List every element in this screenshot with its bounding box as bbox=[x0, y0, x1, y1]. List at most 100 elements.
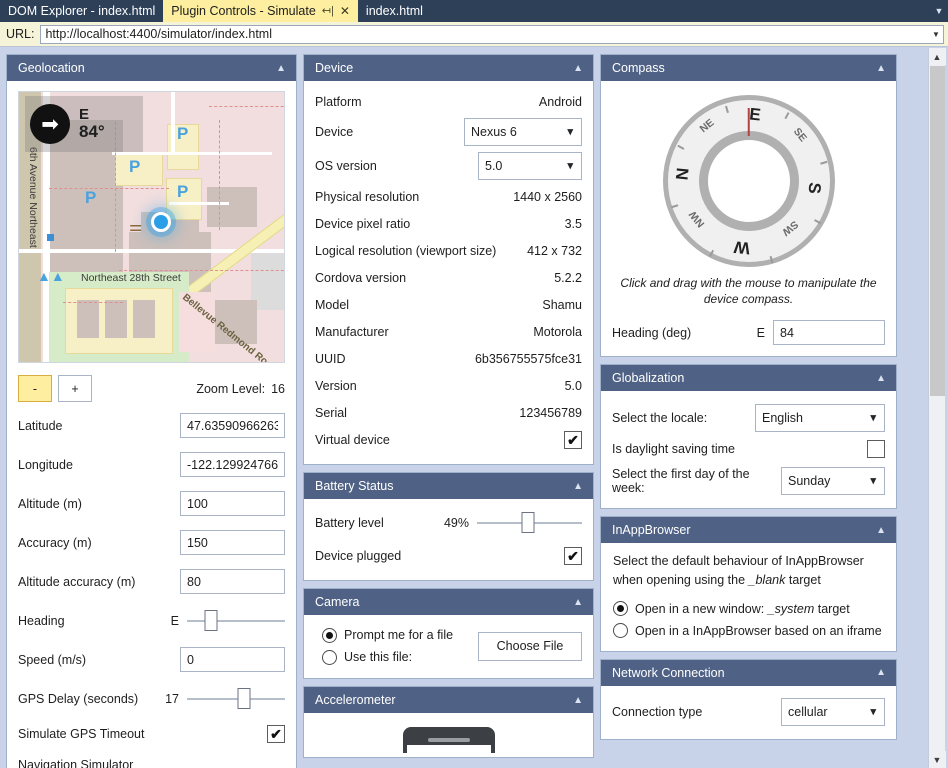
connection-type-select-wrapper[interactable]: cellular ▾ bbox=[781, 698, 885, 726]
chevron-up-icon[interactable]: ▲ bbox=[929, 48, 946, 65]
column-left: Geolocation ▲ bbox=[6, 54, 297, 768]
url-input[interactable] bbox=[41, 27, 929, 41]
device-panel-header[interactable]: Device ▲ bbox=[304, 55, 593, 81]
heading-slider[interactable] bbox=[187, 610, 285, 632]
altitude-accuracy-input[interactable] bbox=[180, 569, 285, 594]
field-label: Altitude (m) bbox=[18, 497, 180, 511]
camera-option-prompt[interactable]: Prompt me for a file bbox=[322, 624, 478, 646]
map-building bbox=[207, 187, 257, 227]
zoom-out-button[interactable]: - bbox=[18, 375, 52, 402]
scrollbar-thumb[interactable] bbox=[930, 66, 945, 396]
slider-thumb[interactable] bbox=[522, 512, 535, 533]
chevron-down-icon[interactable]: ▼ bbox=[929, 751, 946, 768]
locale-select-wrapper[interactable]: English ▾ bbox=[755, 404, 885, 432]
device-row-physical-resolution: Physical resolution 1440 x 2560 bbox=[315, 183, 582, 210]
network-panel-header[interactable]: Network Connection ▲ bbox=[601, 660, 896, 686]
compass-label-text: SE bbox=[787, 122, 813, 150]
locale-select[interactable]: English bbox=[755, 404, 885, 432]
panel-title: Battery Status bbox=[315, 479, 394, 493]
chevron-down-icon[interactable]: ▼ bbox=[929, 30, 943, 39]
radio-open-iframe[interactable] bbox=[613, 623, 628, 638]
first-day-select[interactable]: Sunday bbox=[781, 467, 885, 495]
accuracy-input[interactable] bbox=[180, 530, 285, 555]
url-input-wrapper[interactable]: ▼ bbox=[40, 25, 944, 44]
first-day-select-wrapper[interactable]: Sunday ▾ bbox=[781, 467, 885, 495]
compass-heading-row: Heading (deg) E bbox=[612, 319, 885, 346]
field-navigation-simulator: Navigation Simulator bbox=[18, 751, 285, 768]
zoom-in-button[interactable]: + bbox=[58, 375, 92, 402]
camera-option-use-file[interactable]: Use this file: bbox=[322, 646, 478, 668]
device-row-logical-resolution: Logical resolution (viewport size) 412 x… bbox=[315, 237, 582, 264]
phone-outline-icon[interactable] bbox=[403, 727, 495, 753]
compass-tick bbox=[710, 250, 715, 257]
radio-label: Prompt me for a file bbox=[344, 628, 453, 642]
compass-label-text: NE bbox=[693, 113, 721, 139]
camera-panel-header[interactable]: Camera ▲ bbox=[304, 589, 593, 615]
tab-index-html[interactable]: index.html bbox=[358, 0, 431, 22]
slider-thumb[interactable] bbox=[237, 688, 250, 709]
latitude-input[interactable] bbox=[180, 413, 285, 438]
url-bar: URL: ▼ bbox=[0, 22, 948, 47]
compass-label-text: N bbox=[672, 160, 695, 188]
compass-dial[interactable]: NNEESESSWWNW bbox=[663, 95, 835, 267]
radio-open-new-window[interactable] bbox=[613, 601, 628, 616]
inappbrowser-panel-header[interactable]: InAppBrowser ▲ bbox=[601, 517, 896, 543]
chevron-up-icon[interactable]: ▲ bbox=[876, 373, 886, 384]
device-select-wrapper[interactable]: Nexus 6 ▾ bbox=[464, 118, 582, 146]
geolocation-map[interactable]: P P P P ⚌ ▲▲ 6th Avenue Northeast Northe… bbox=[18, 91, 285, 363]
compass-panel-header[interactable]: Compass ▲ bbox=[601, 55, 896, 81]
map-building bbox=[77, 300, 99, 338]
geolocation-panel-header[interactable]: Geolocation ▲ bbox=[7, 55, 296, 81]
chevron-up-icon[interactable]: ▲ bbox=[276, 63, 286, 74]
map-street-label: Northeast 28th Street bbox=[81, 272, 181, 284]
battery-panel-header[interactable]: Battery Status ▲ bbox=[304, 473, 593, 499]
field-accuracy: Accuracy (m) bbox=[18, 529, 285, 556]
field-label: Heading bbox=[18, 614, 163, 628]
inappbrowser-option-system[interactable]: Open in a new window: _system target bbox=[613, 598, 885, 620]
current-location-icon bbox=[151, 212, 171, 232]
gps-delay-slider[interactable] bbox=[187, 688, 285, 710]
tab-dom-explorer[interactable]: DOM Explorer - index.html bbox=[0, 0, 163, 22]
altitude-input[interactable] bbox=[180, 491, 285, 516]
device-plugged-checkbox[interactable]: ✔ bbox=[564, 547, 582, 565]
inappbrowser-option-iframe[interactable]: Open in a InAppBrowser based on an ifram… bbox=[613, 620, 885, 642]
pin-icon[interactable]: ↤| bbox=[322, 6, 334, 17]
virtual-device-checkbox[interactable]: ✔ bbox=[564, 431, 582, 449]
radio-prompt-for-file[interactable] bbox=[322, 628, 337, 643]
panel-title: InAppBrowser bbox=[612, 523, 691, 537]
panel-title: Camera bbox=[315, 595, 359, 609]
accelerometer-panel-header[interactable]: Accelerometer ▲ bbox=[304, 687, 593, 713]
os-version-select-wrapper[interactable]: 5.0 ▾ bbox=[478, 152, 582, 180]
tab-label: index.html bbox=[366, 4, 423, 18]
choose-file-button[interactable]: Choose File bbox=[478, 632, 582, 661]
tab-plugin-controls[interactable]: Plugin Controls - Simulate ↤| ✕ bbox=[163, 0, 358, 22]
chevron-up-icon[interactable]: ▲ bbox=[573, 597, 583, 608]
radio-use-this-file[interactable] bbox=[322, 650, 337, 665]
simulate-gps-timeout-checkbox[interactable]: ✔ bbox=[267, 725, 285, 743]
chevron-down-icon[interactable]: ▼ bbox=[930, 0, 948, 22]
speed-input[interactable] bbox=[180, 647, 285, 672]
close-icon[interactable]: ✕ bbox=[340, 5, 350, 17]
row-label: Platform bbox=[315, 95, 539, 109]
connection-type-select[interactable]: cellular bbox=[781, 698, 885, 726]
chevron-up-icon[interactable]: ▲ bbox=[573, 481, 583, 492]
row-label: OS version bbox=[315, 159, 478, 173]
daylight-saving-checkbox[interactable]: ✔ bbox=[867, 440, 885, 458]
longitude-input[interactable] bbox=[180, 452, 285, 477]
compass-widget-wrapper: NNEESESSWWNW bbox=[612, 89, 885, 269]
device-select[interactable]: Nexus 6 bbox=[464, 118, 582, 146]
os-version-select[interactable]: 5.0 bbox=[478, 152, 582, 180]
device-panel: Device ▲ Platform Android Device Nexus 6 bbox=[303, 54, 594, 465]
chevron-up-icon[interactable]: ▲ bbox=[876, 63, 886, 74]
map-path bbox=[63, 302, 123, 303]
battery-level-slider[interactable] bbox=[477, 512, 582, 534]
chevron-up-icon[interactable]: ▲ bbox=[573, 695, 583, 706]
chevron-up-icon[interactable]: ▲ bbox=[876, 525, 886, 536]
slider-thumb[interactable] bbox=[204, 610, 217, 631]
chevron-up-icon[interactable]: ▲ bbox=[876, 667, 886, 678]
vertical-scrollbar[interactable]: ▲ ▼ bbox=[928, 48, 945, 768]
panel-title: Network Connection bbox=[612, 666, 725, 680]
globalization-panel-header[interactable]: Globalization ▲ bbox=[601, 365, 896, 391]
chevron-up-icon[interactable]: ▲ bbox=[573, 63, 583, 74]
compass-heading-input[interactable] bbox=[773, 320, 885, 345]
